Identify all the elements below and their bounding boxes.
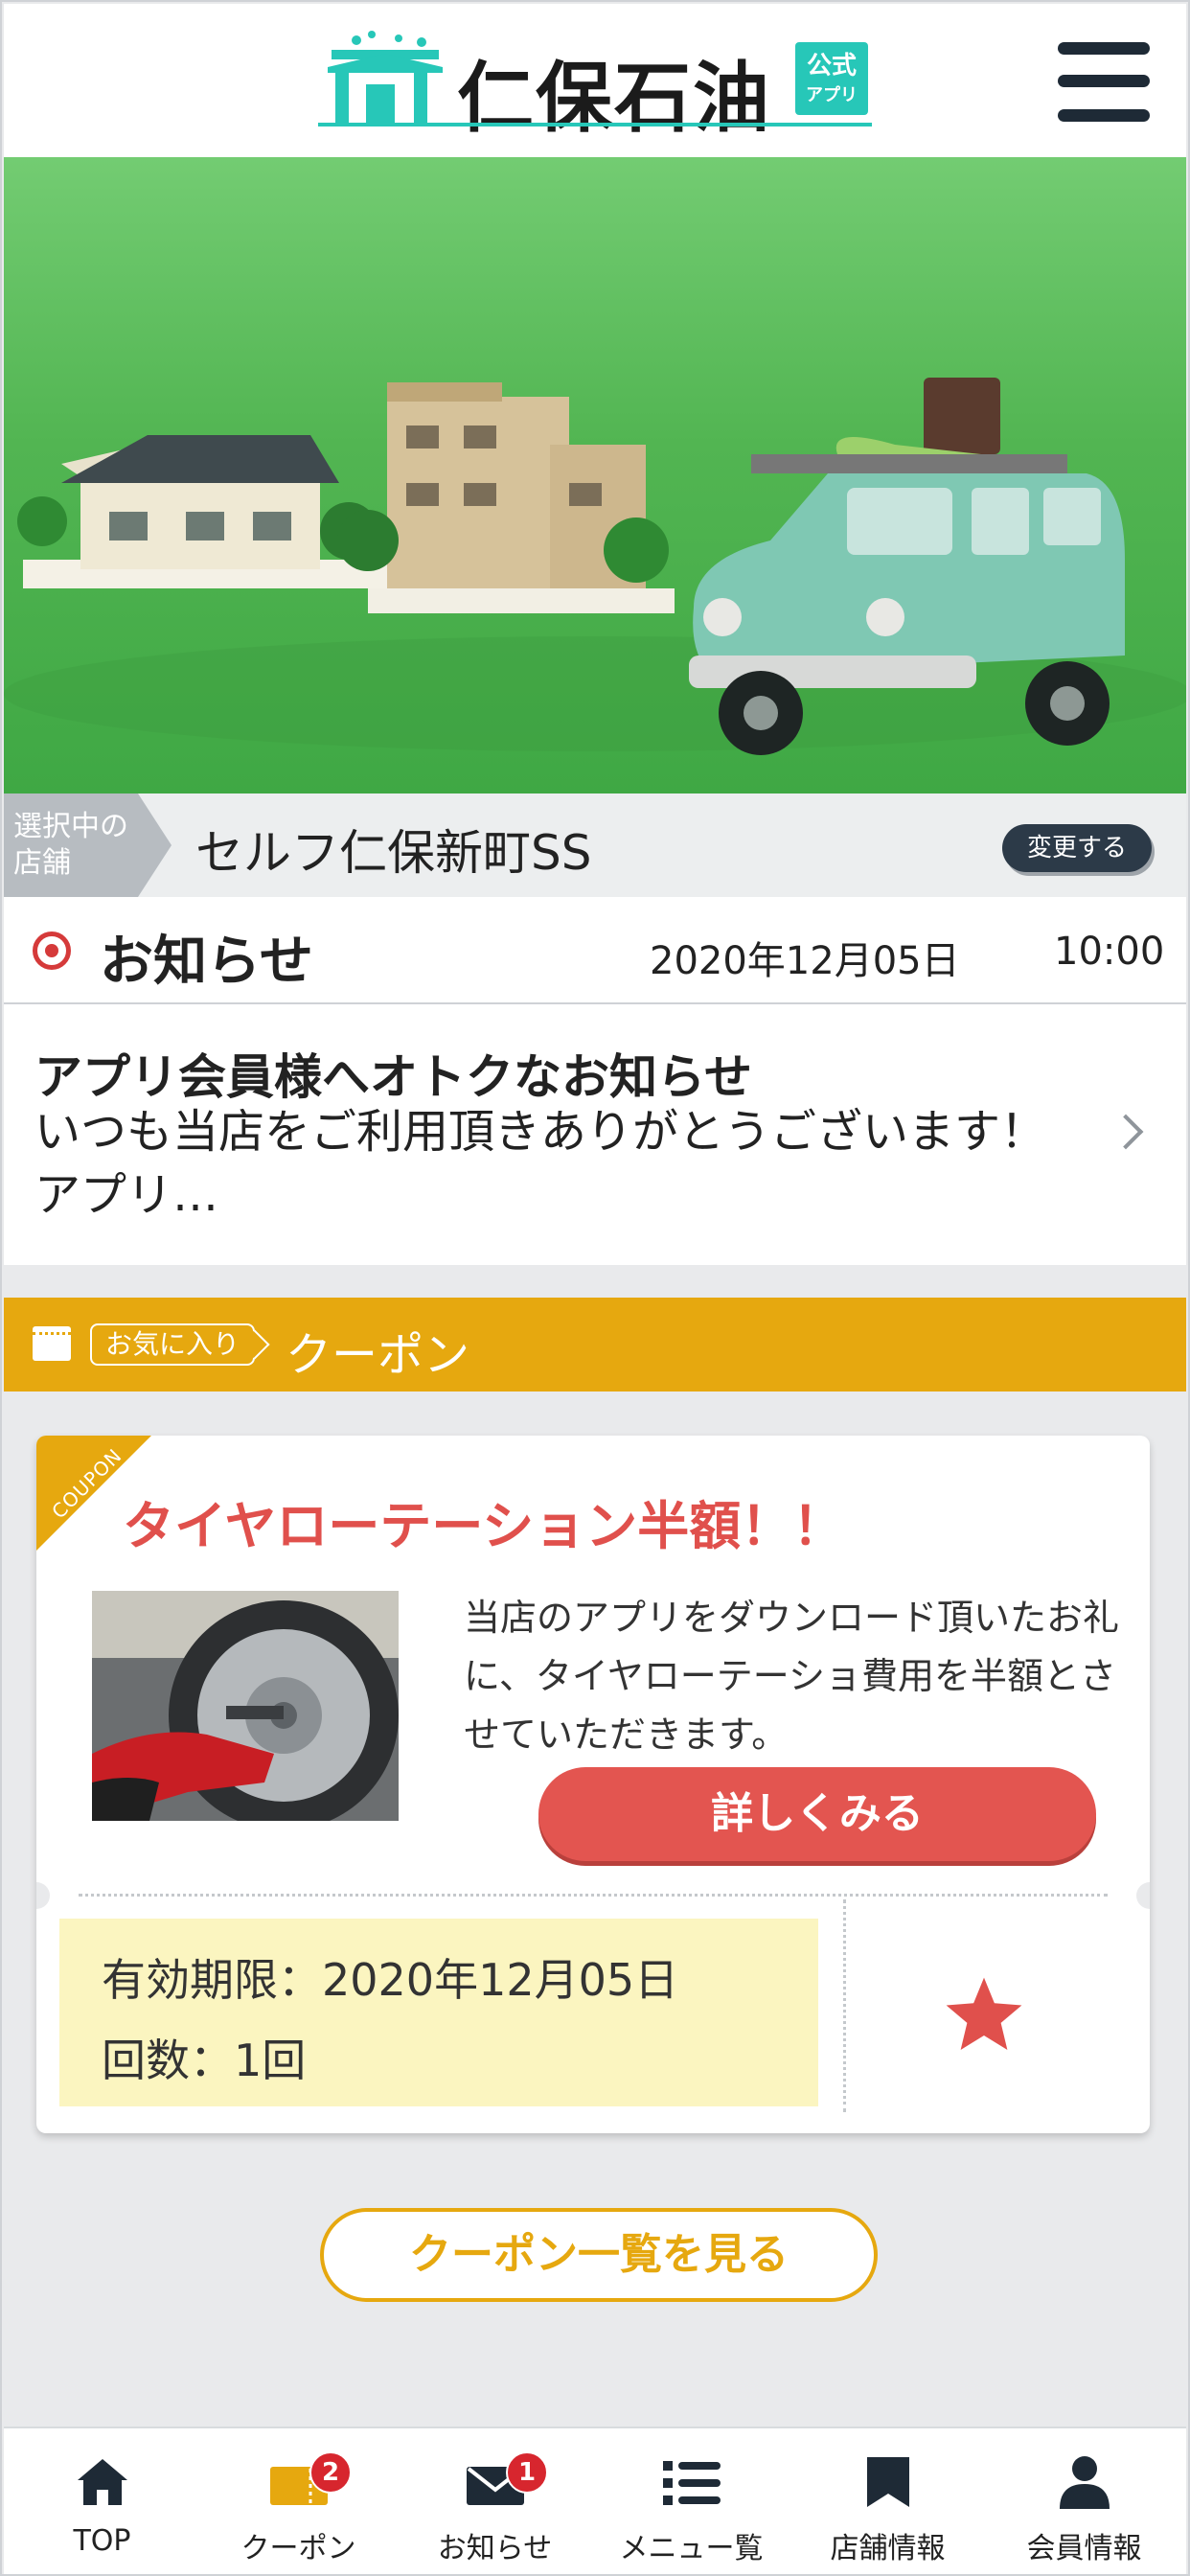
official-app-badge: 公式 アプリ <box>795 42 868 115</box>
coupon-badge: 2 <box>309 2451 352 2494</box>
person-icon <box>1059 2456 1110 2509</box>
coupon-detail-button[interactable]: 詳しくみる <box>538 1767 1096 1861</box>
coupon-count: 回数：1回 <box>102 2035 307 2086</box>
tab-menu-list[interactable]: メニュー覧 <box>593 2428 790 2574</box>
store-icon <box>866 2457 909 2507</box>
app-header: 仁保石油 公式 アプリ <box>4 4 1186 157</box>
coupon-section-header: お気に入り クーポン <box>4 1298 1186 1392</box>
tab-member-info[interactable]: 会員情報 <box>986 2428 1182 2574</box>
store-name: セルフ仁保新町SS <box>195 825 592 881</box>
hero-banner-image <box>4 157 1186 794</box>
coupon-title: タイヤローテーション半額！！ <box>123 1496 845 1556</box>
coupon-description: 当店のアプリをダウンロード頂いたお礼に、タイヤローテーショ費用を半額とさせていた… <box>464 1597 1120 1756</box>
selected-store-bar: 選択中の店舗 セルフ仁保新町SS 変更する <box>4 794 1186 897</box>
ticket-notch-right <box>1136 1882 1150 1909</box>
tab-coupon[interactable]: 2 クーポン <box>200 2428 397 2574</box>
vertical-dotted-divider <box>843 1899 846 2112</box>
favorite-tag: お気に入り <box>90 1323 256 1366</box>
logo-text: 仁保石油 <box>457 54 771 143</box>
houses-and-car-illustration <box>4 378 1186 755</box>
notice-item-title: アプリ会員様へオトクなお知らせ <box>34 1049 752 1105</box>
perforation-divider <box>79 1894 1108 1897</box>
coupon-card[interactable]: COUPON タイヤローテーション半額！！ 当店のアプリをダウンロード頂いたお礼… <box>36 1436 1150 2133</box>
gas-station-logo-icon <box>328 31 443 123</box>
list-icon <box>662 2461 721 2505</box>
tire-photo-illustration <box>92 1591 399 1821</box>
notice-item[interactable]: アプリ会員様へオトクなお知らせ いつも当店をご利用頂きありがとうございます！アプ… <box>4 1004 1186 1265</box>
tab-label: メニュー覧 <box>619 2532 764 2565</box>
brand-logo[interactable]: 仁保石油 公式 アプリ <box>318 29 874 143</box>
chevron-right-icon <box>1108 1114 1144 1150</box>
tab-label: 会員情報 <box>1026 2532 1142 2565</box>
tab-label: クーポン <box>240 2532 356 2565</box>
favorite-star-icon[interactable] <box>941 1972 1027 2058</box>
notice-header: お知らせ 2020年12月05日 10:00 <box>4 897 1186 1004</box>
notice-badge: 1 <box>506 2451 548 2494</box>
ticket-icon <box>33 1326 71 1361</box>
radio-bullet-icon <box>33 932 71 970</box>
logo-underline <box>318 123 872 126</box>
coupon-expiry-box: 有効期限：2020年12月05日 回数：1回 <box>59 1919 818 2106</box>
tab-store-info[interactable]: 店舗情報 <box>790 2428 986 2574</box>
notice-title: お知らせ <box>100 931 313 993</box>
coupon-list-button[interactable]: クーポン一覧を見る <box>320 2208 878 2302</box>
coupon-expiry: 有効期限：2020年12月05日 <box>102 1954 679 2006</box>
coupon-section-label: クーポン <box>286 1328 470 1382</box>
tire-rotation-photo <box>92 1591 399 1821</box>
change-store-button[interactable]: 変更する <box>1002 824 1152 872</box>
notice-date: 2020年12月05日 <box>650 939 960 983</box>
hamburger-menu-icon[interactable] <box>1058 42 1150 123</box>
tab-label: 店舗情報 <box>830 2532 946 2565</box>
tab-label: TOP <box>73 2524 131 2558</box>
home-icon <box>77 2459 127 2505</box>
notice-item-text: いつも当店をご利用頂きありがとうございます！アプリ… <box>34 1105 1047 1222</box>
tab-top[interactable]: TOP <box>4 2428 200 2574</box>
tab-label: お知らせ <box>437 2532 553 2565</box>
notice-time: 10:00 <box>1054 930 1165 974</box>
ticket-notch-left <box>36 1882 50 1909</box>
selected-store-tag: 選択中の店舗 <box>4 794 172 897</box>
tab-notice[interactable]: 1 お知らせ <box>397 2428 593 2574</box>
bottom-tab-bar: TOP 2 クーポン 1 お知らせ メニュー覧 店舗情報 会員情報 <box>4 2426 1186 2574</box>
